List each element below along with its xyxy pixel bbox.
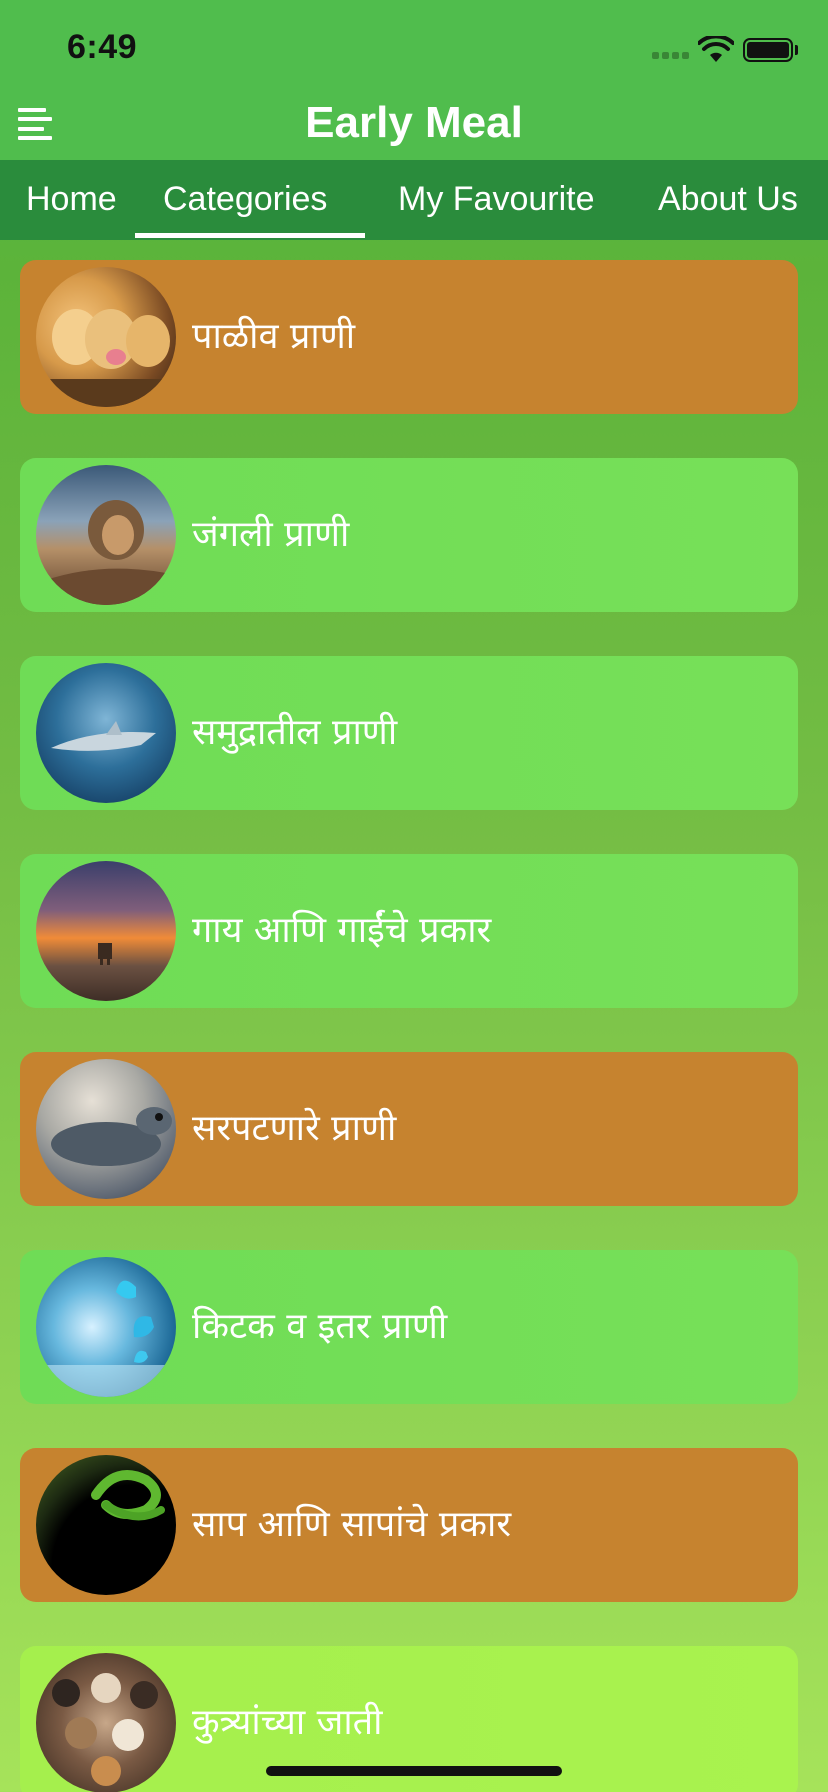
category-card-pets[interactable]: पाळीव प्राणी (20, 260, 798, 414)
category-label: साप आणि सापांचे प्रकार (192, 1504, 512, 1545)
tab-about-us[interactable]: About Us (658, 180, 798, 219)
active-tab-indicator (135, 233, 365, 238)
tab-bar: Home Categories My Favourite About Us (0, 160, 828, 240)
category-thumbnail (36, 861, 176, 1001)
category-card-wild[interactable]: जंगली प्राणी (20, 458, 798, 612)
app-header: Early Meal (0, 90, 828, 160)
category-card-sea[interactable]: समुद्रातील प्राणी (20, 656, 798, 810)
wifi-icon (698, 36, 734, 62)
category-label: किटक व इतर प्राणी (192, 1306, 448, 1347)
tab-categories[interactable]: Categories (163, 180, 327, 219)
category-thumbnail (36, 1059, 176, 1199)
category-card-snakes[interactable]: साप आणि सापांचे प्रकार (20, 1448, 798, 1602)
category-label: समुद्रातील प्राणी (192, 712, 398, 753)
category-card-reptiles[interactable]: सरपटणारे प्राणी (20, 1052, 798, 1206)
category-label: सरपटणारे प्राणी (192, 1108, 397, 1149)
category-thumbnail (36, 663, 176, 803)
category-label: जंगली प्राणी (192, 514, 350, 555)
category-thumbnail (36, 1455, 176, 1595)
home-indicator[interactable] (266, 1766, 562, 1776)
category-thumbnail (36, 267, 176, 407)
status-bar: 6:49 (0, 0, 828, 100)
cellular-signal-icon (652, 52, 692, 60)
tab-my-favourite[interactable]: My Favourite (398, 180, 595, 219)
app-title: Early Meal (305, 98, 523, 147)
category-thumbnail (36, 1653, 176, 1792)
status-time: 6:49 (67, 28, 138, 66)
battery-cap (795, 45, 798, 55)
category-thumbnail (36, 1257, 176, 1397)
category-label: गाय आणि गाईंचे प्रकार (192, 910, 492, 951)
battery-icon (743, 38, 793, 62)
category-card-insects[interactable]: किटक व इतर प्राणी (20, 1250, 798, 1404)
tab-home[interactable]: Home (26, 180, 117, 219)
category-label: पाळीव प्राणी (192, 316, 356, 357)
category-card-cow[interactable]: गाय आणि गाईंचे प्रकार (20, 854, 798, 1008)
category-label: कुत्र्यांच्या जाती (192, 1702, 383, 1743)
category-thumbnail (36, 465, 176, 605)
